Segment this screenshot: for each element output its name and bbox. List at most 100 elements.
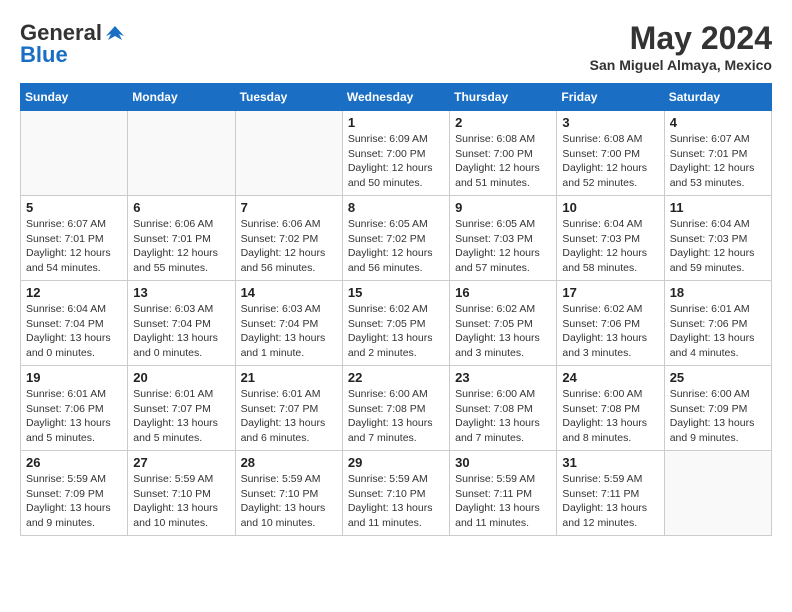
calendar-cell: 12Sunrise: 6:04 AM Sunset: 7:04 PM Dayli… — [21, 281, 128, 366]
calendar-cell: 9 Sunrise: 6:05 AM Sunset: 7:03 PM Daylig… — [450, 196, 557, 281]
calendar-cell: 13 Sunrise: 6:03 AM Sunset: 7:04 PM Dayli… — [128, 281, 235, 366]
day-info: Sunrise: 6:05 AM Sunset: 7:02 PM Dayligh… — [348, 217, 444, 276]
column-header-thursday: Thursday — [450, 84, 557, 111]
day-info: Sunrise: 6:05 AM Sunset: 7:03 PM Dayligh… — [455, 217, 551, 276]
calendar-cell — [128, 111, 235, 196]
calendar-cell: 5 Sunrise: 6:07 AM Sunset: 7:01 PM Daylig… — [21, 196, 128, 281]
day-number: 9 — [455, 200, 551, 215]
day-number: 26 — [26, 455, 122, 470]
day-number: 31 — [562, 455, 658, 470]
calendar-cell: 30 Sunrise: 5:59 AM Sunset: 7:11 PM Dayli… — [450, 451, 557, 536]
day-number: 24 — [562, 370, 658, 385]
day-number: 4 — [670, 115, 766, 130]
day-number: 10 — [562, 200, 658, 215]
day-number: 23 — [455, 370, 551, 385]
day-info: Sunrise: 6:00 AM Sunset: 7:08 PM Dayligh… — [562, 387, 658, 446]
week-row-1: 1 Sunrise: 6:09 AM Sunset: 7:00 PM Daylig… — [21, 111, 772, 196]
day-number: 25 — [670, 370, 766, 385]
column-header-tuesday: Tuesday — [235, 84, 342, 111]
page-header: General Blue May 2024 San Miguel Almaya,… — [20, 20, 772, 73]
day-info: Sunrise: 6:03 AM Sunset: 7:04 PM Dayligh… — [241, 302, 337, 361]
calendar-cell: 28Sunrise: 5:59 AM Sunset: 7:10 PM Dayli… — [235, 451, 342, 536]
calendar-cell: 3 Sunrise: 6:08 AM Sunset: 7:00 PM Daylig… — [557, 111, 664, 196]
calendar-cell: 18Sunrise: 6:01 AM Sunset: 7:06 PM Dayli… — [664, 281, 771, 366]
week-row-4: 19 Sunrise: 6:01 AM Sunset: 7:06 PM Dayli… — [21, 366, 772, 451]
day-info: Sunrise: 6:09 AM Sunset: 7:00 PM Dayligh… — [348, 132, 444, 191]
day-info: Sunrise: 6:04 AM Sunset: 7:03 PM Dayligh… — [562, 217, 658, 276]
day-info: Sunrise: 6:01 AM Sunset: 7:06 PM Dayligh… — [26, 387, 122, 446]
day-number: 2 — [455, 115, 551, 130]
column-header-saturday: Saturday — [664, 84, 771, 111]
day-number: 16 — [455, 285, 551, 300]
day-info: Sunrise: 5:59 AM Sunset: 7:10 PM Dayligh… — [348, 472, 444, 531]
calendar-cell: 22Sunrise: 6:00 AM Sunset: 7:08 PM Dayli… — [342, 366, 449, 451]
calendar-cell: 2 Sunrise: 6:08 AM Sunset: 7:00 PM Daylig… — [450, 111, 557, 196]
day-info: Sunrise: 6:06 AM Sunset: 7:02 PM Dayligh… — [241, 217, 337, 276]
calendar-cell: 31 Sunrise: 5:59 AM Sunset: 7:11 PM Dayli… — [557, 451, 664, 536]
day-info: Sunrise: 6:06 AM Sunset: 7:01 PM Dayligh… — [133, 217, 229, 276]
day-number: 13 — [133, 285, 229, 300]
day-info: Sunrise: 5:59 AM Sunset: 7:11 PM Dayligh… — [562, 472, 658, 531]
day-number: 18 — [670, 285, 766, 300]
day-info: Sunrise: 5:59 AM Sunset: 7:09 PM Dayligh… — [26, 472, 122, 531]
month-year-title: May 2024 — [590, 20, 772, 57]
week-row-5: 26 Sunrise: 5:59 AM Sunset: 7:09 PM Dayli… — [21, 451, 772, 536]
logo-bird-icon — [104, 22, 126, 44]
day-number: 12 — [26, 285, 122, 300]
calendar-cell: 16 Sunrise: 6:02 AM Sunset: 7:05 PM Dayli… — [450, 281, 557, 366]
calendar-cell: 21 Sunrise: 6:01 AM Sunset: 7:07 PM Dayli… — [235, 366, 342, 451]
column-header-sunday: Sunday — [21, 84, 128, 111]
calendar-cell: 29 Sunrise: 5:59 AM Sunset: 7:10 PM Dayli… — [342, 451, 449, 536]
day-number: 21 — [241, 370, 337, 385]
day-info: Sunrise: 6:02 AM Sunset: 7:06 PM Dayligh… — [562, 302, 658, 361]
calendar-cell: 15Sunrise: 6:02 AM Sunset: 7:05 PM Dayli… — [342, 281, 449, 366]
day-info: Sunrise: 6:08 AM Sunset: 7:00 PM Dayligh… — [562, 132, 658, 191]
calendar-header-row: SundayMondayTuesdayWednesdayThursdayFrid… — [21, 84, 772, 111]
day-number: 1 — [348, 115, 444, 130]
day-number: 5 — [26, 200, 122, 215]
day-info: Sunrise: 5:59 AM Sunset: 7:11 PM Dayligh… — [455, 472, 551, 531]
calendar-cell: 24 Sunrise: 6:00 AM Sunset: 7:08 PM Dayli… — [557, 366, 664, 451]
title-block: May 2024 San Miguel Almaya, Mexico — [590, 20, 772, 73]
week-row-3: 12Sunrise: 6:04 AM Sunset: 7:04 PM Dayli… — [21, 281, 772, 366]
day-info: Sunrise: 6:02 AM Sunset: 7:05 PM Dayligh… — [348, 302, 444, 361]
calendar-cell: 26 Sunrise: 5:59 AM Sunset: 7:09 PM Dayli… — [21, 451, 128, 536]
day-number: 14 — [241, 285, 337, 300]
calendar-cell — [21, 111, 128, 196]
day-info: Sunrise: 6:02 AM Sunset: 7:05 PM Dayligh… — [455, 302, 551, 361]
calendar-cell: 8Sunrise: 6:05 AM Sunset: 7:02 PM Daylig… — [342, 196, 449, 281]
calendar-cell: 19 Sunrise: 6:01 AM Sunset: 7:06 PM Dayli… — [21, 366, 128, 451]
day-info: Sunrise: 6:00 AM Sunset: 7:09 PM Dayligh… — [670, 387, 766, 446]
day-number: 6 — [133, 200, 229, 215]
column-header-monday: Monday — [128, 84, 235, 111]
calendar-cell: 25 Sunrise: 6:00 AM Sunset: 7:09 PM Dayli… — [664, 366, 771, 451]
day-info: Sunrise: 5:59 AM Sunset: 7:10 PM Dayligh… — [133, 472, 229, 531]
calendar-cell: 10 Sunrise: 6:04 AM Sunset: 7:03 PM Dayli… — [557, 196, 664, 281]
day-info: Sunrise: 6:08 AM Sunset: 7:00 PM Dayligh… — [455, 132, 551, 191]
calendar-cell: 14 Sunrise: 6:03 AM Sunset: 7:04 PM Dayli… — [235, 281, 342, 366]
day-number: 28 — [241, 455, 337, 470]
day-info: Sunrise: 6:00 AM Sunset: 7:08 PM Dayligh… — [348, 387, 444, 446]
day-number: 3 — [562, 115, 658, 130]
day-number: 7 — [241, 200, 337, 215]
day-number: 19 — [26, 370, 122, 385]
day-info: Sunrise: 6:07 AM Sunset: 7:01 PM Dayligh… — [26, 217, 122, 276]
calendar-cell: 20Sunrise: 6:01 AM Sunset: 7:07 PM Dayli… — [128, 366, 235, 451]
calendar-cell: 6 Sunrise: 6:06 AM Sunset: 7:01 PM Daylig… — [128, 196, 235, 281]
day-info: Sunrise: 6:01 AM Sunset: 7:07 PM Dayligh… — [133, 387, 229, 446]
logo: General Blue — [20, 20, 126, 68]
calendar-cell: 7 Sunrise: 6:06 AM Sunset: 7:02 PM Daylig… — [235, 196, 342, 281]
day-number: 11 — [670, 200, 766, 215]
day-info: Sunrise: 6:07 AM Sunset: 7:01 PM Dayligh… — [670, 132, 766, 191]
location-subtitle: San Miguel Almaya, Mexico — [590, 57, 772, 73]
calendar-cell: 1 Sunrise: 6:09 AM Sunset: 7:00 PM Daylig… — [342, 111, 449, 196]
day-number: 17 — [562, 285, 658, 300]
column-header-friday: Friday — [557, 84, 664, 111]
day-info: Sunrise: 6:03 AM Sunset: 7:04 PM Dayligh… — [133, 302, 229, 361]
calendar-cell — [235, 111, 342, 196]
calendar-table: SundayMondayTuesdayWednesdayThursdayFrid… — [20, 83, 772, 536]
day-number: 30 — [455, 455, 551, 470]
calendar-cell: 27Sunrise: 5:59 AM Sunset: 7:10 PM Dayli… — [128, 451, 235, 536]
day-number: 29 — [348, 455, 444, 470]
day-info: Sunrise: 6:01 AM Sunset: 7:07 PM Dayligh… — [241, 387, 337, 446]
